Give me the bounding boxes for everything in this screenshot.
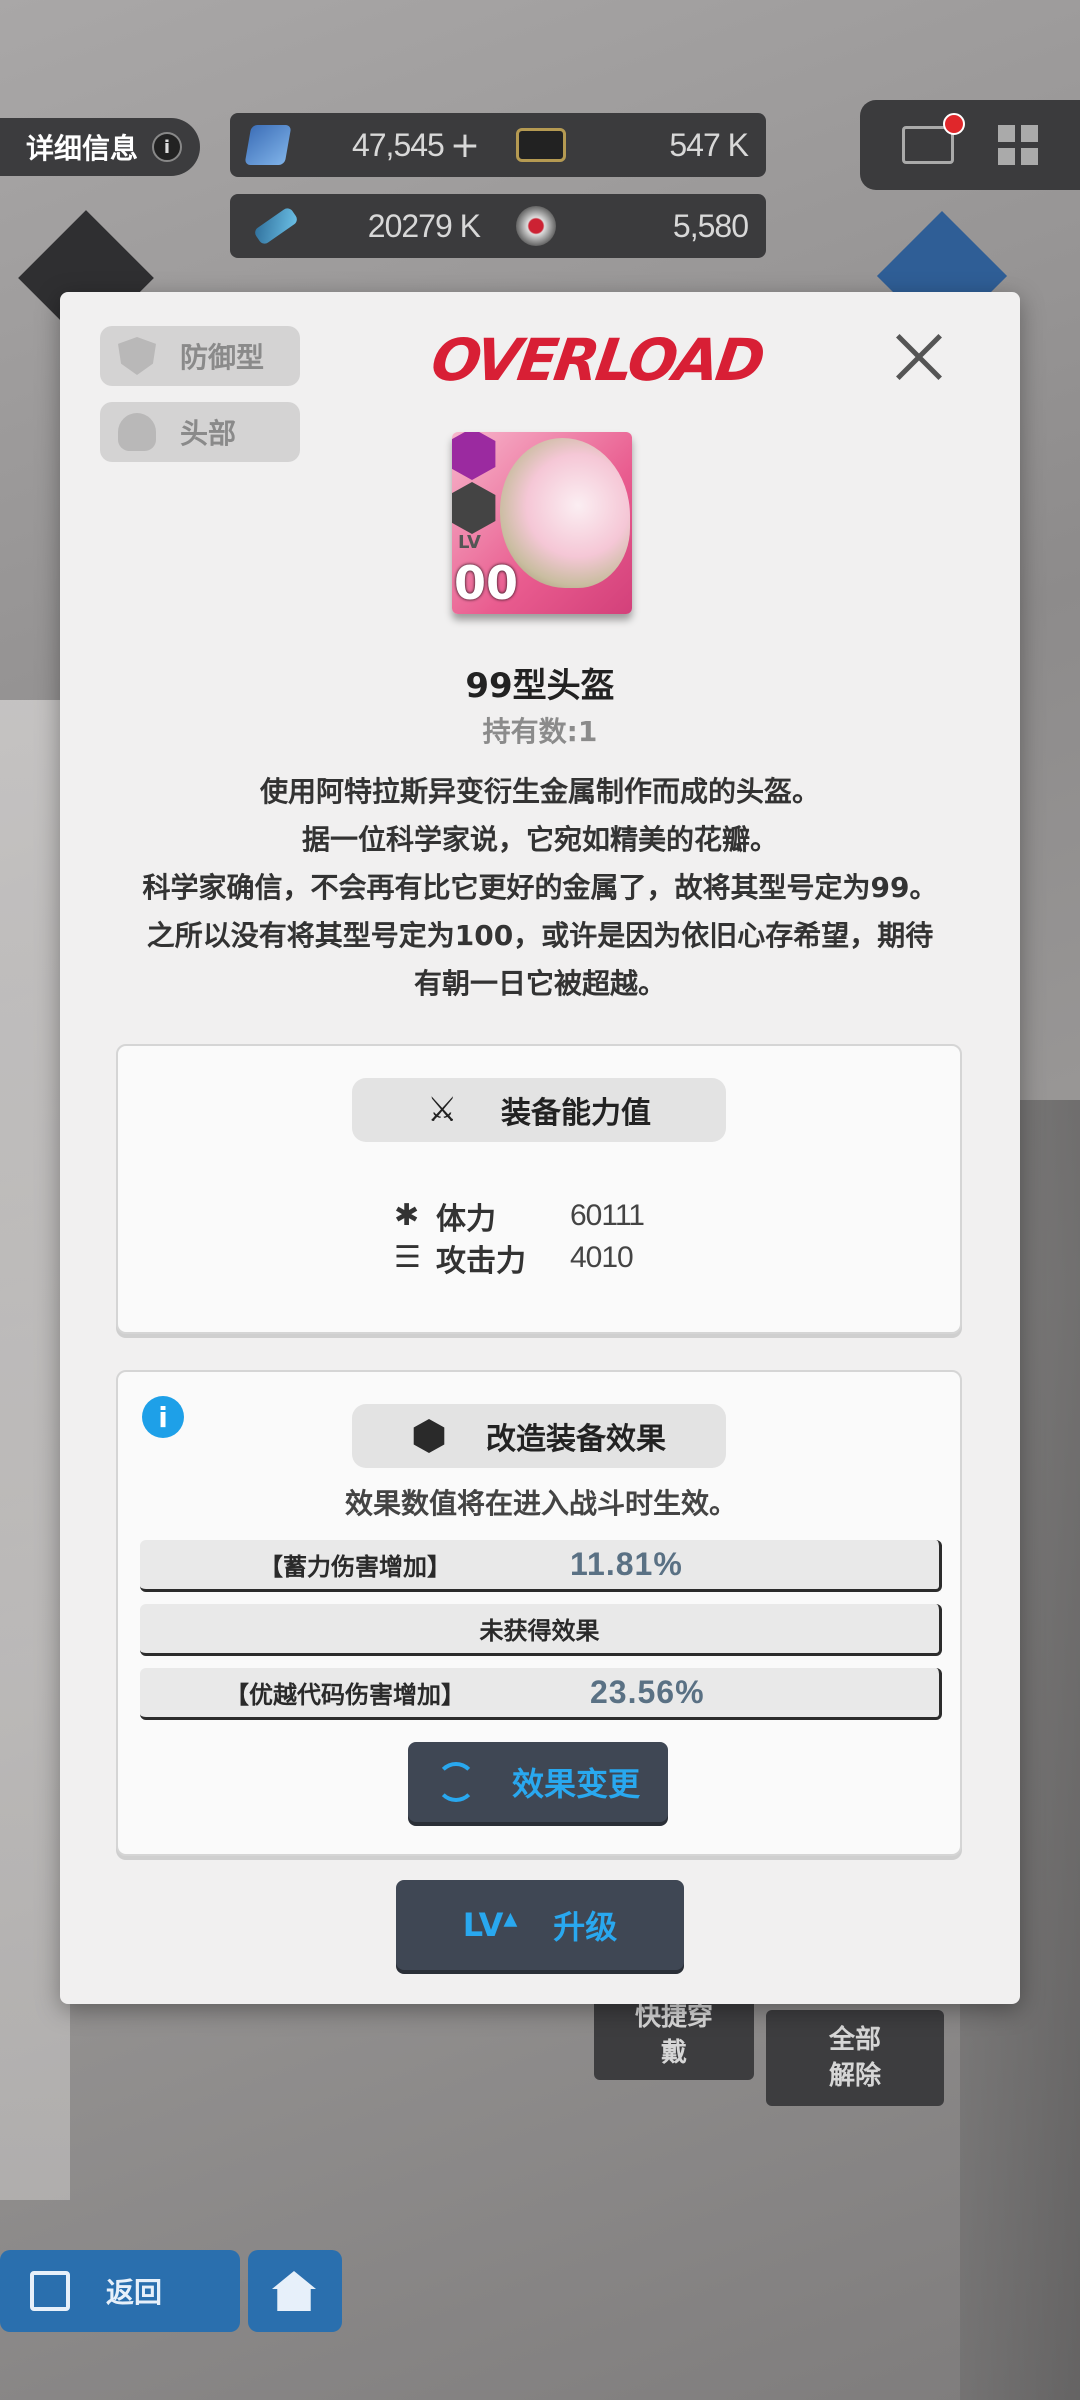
- effects-panel-title: 改造装备效果: [486, 1422, 666, 1457]
- stats-panel: ⚔ 装备能力值 ✱ 体力 60111 ☰ 攻击力 4010: [116, 1044, 962, 1334]
- menu-grid-icon[interactable]: [998, 125, 1038, 165]
- resource-bar-bottom: 20279 K 5,580: [230, 194, 766, 258]
- slot-tag-label: 头部: [180, 417, 237, 450]
- home-icon: [272, 2271, 316, 2311]
- top-right-menu: [860, 100, 1080, 190]
- rarity-badge-icon: [452, 432, 496, 480]
- effects-note: 效果数值将在进入战斗时生效。: [344, 1487, 737, 1520]
- level-up-icon: LV▲: [462, 1906, 518, 1944]
- item-name: 99型头盔: [465, 666, 615, 706]
- info-icon: i: [152, 132, 183, 162]
- back-label: 返回: [106, 2276, 163, 2309]
- item-icon-card: LV 00: [452, 432, 632, 614]
- change-effect-button[interactable]: 效果变更: [408, 1742, 668, 1822]
- equipment-detail-modal: 防御型 头部 OVERLOAD LV 00 99型头盔 持有数:1 使用阿特拉斯…: [60, 292, 1020, 2004]
- helmet-art-icon: [500, 438, 630, 588]
- overload-logo: OVERLOAD: [427, 326, 767, 394]
- refresh-icon: [435, 1762, 476, 1802]
- effects-panel: i 改造装备效果 效果数值将在进入战斗时生效。 【蓄力伤害增加】 11.81% …: [116, 1370, 962, 1856]
- stat-name: 攻击力: [436, 1244, 526, 1279]
- resource-credits[interactable]: 547 K: [498, 127, 766, 164]
- mail-icon[interactable]: [902, 113, 965, 164]
- unequip-all-button[interactable]: 全部解除: [766, 2010, 944, 2106]
- battery-icon: [252, 206, 300, 246]
- info-icon[interactable]: i: [142, 1396, 184, 1438]
- stat-value: 4010: [570, 1241, 634, 1274]
- back-button[interactable]: 返回: [0, 2250, 240, 2332]
- effect-row: 【蓄力伤害增加】 11.81%: [140, 1540, 942, 1592]
- asterisk-icon: ✱: [394, 1198, 420, 1233]
- core-value: 5,580: [672, 207, 749, 244]
- resource-gems[interactable]: 47,545 +: [230, 125, 498, 166]
- upgrade-button[interactable]: LV▲ 升级: [396, 1880, 684, 1970]
- slot-tag: 头部: [100, 402, 300, 462]
- exit-door-icon: [30, 2271, 70, 2311]
- stats-panel-title: 装备能力值: [501, 1096, 651, 1131]
- description-line: 使用阿特拉斯异变衍生金属制作而成的头盔。: [259, 775, 820, 808]
- shield-icon: [118, 337, 156, 375]
- details-label: 详细信息: [26, 132, 139, 165]
- change-effect-label: 效果变更: [511, 1765, 640, 1803]
- effect-name: 未获得效果: [479, 1617, 600, 1645]
- defense-class-badge-icon: [452, 482, 496, 534]
- stat-name: 体力: [436, 1202, 496, 1237]
- type-tag: 防御型: [100, 326, 300, 386]
- credits-value: 547 K: [669, 126, 749, 163]
- stats-panel-header: ⚔ 装备能力值: [352, 1078, 726, 1142]
- effect-name: 【蓄力伤害增加】: [259, 1553, 451, 1581]
- cube-icon: [413, 1419, 445, 1453]
- home-button[interactable]: [248, 2250, 342, 2332]
- resource-core[interactable]: 5,580: [498, 206, 766, 246]
- resource-bar-top: 47,545 + 547 K: [230, 113, 766, 177]
- crossed-swords-icon: ⚔: [427, 1090, 458, 1130]
- effect-value: 23.56%: [590, 1674, 705, 1710]
- add-gems-icon[interactable]: +: [450, 125, 480, 166]
- upgrade-label: 升级: [553, 1908, 618, 1946]
- battery-value: 20279 K: [367, 207, 481, 244]
- details-button[interactable]: 详细信息 i: [0, 118, 200, 176]
- description-line: 科学家确信，不会再有比它更好的金属了，故将其型号定为99。: [142, 871, 938, 904]
- quick-equip-label: 快捷穿戴: [634, 2002, 713, 2068]
- item-count: 持有数:1: [482, 715, 598, 748]
- close-icon[interactable]: [894, 332, 944, 382]
- stat-value: 60111: [570, 1199, 645, 1232]
- effect-row: 【优越代码伤害增加】 23.56%: [140, 1668, 942, 1720]
- stat-row-hp: ✱ 体力 60111: [394, 1194, 645, 1238]
- type-tag-label: 防御型: [180, 341, 265, 374]
- credit-card-icon: [516, 128, 566, 162]
- core-orb-icon: [516, 206, 556, 246]
- gems-value: 47,545: [351, 126, 445, 163]
- unequip-all-label: 全部解除: [828, 2025, 881, 2091]
- level-value: 00: [454, 556, 519, 610]
- resource-battery[interactable]: 20279 K: [230, 206, 498, 246]
- level-up-text: LV: [462, 1906, 504, 1944]
- gem-icon: [244, 125, 292, 165]
- bullets-icon: ☰: [394, 1240, 421, 1275]
- effects-panel-header: 改造装备效果: [352, 1404, 726, 1468]
- description-line: 之所以没有将其型号定为100，或许是因为依旧心存希望，期待: [146, 919, 934, 952]
- effect-value: 11.81%: [570, 1546, 683, 1582]
- helmet-icon: [118, 413, 156, 451]
- stat-row-attack: ☰ 攻击力 4010: [394, 1236, 634, 1280]
- description-line: 有朝一日它被超越。: [413, 967, 666, 1000]
- level-label: LV: [458, 532, 481, 553]
- effect-name: 【优越代码伤害增加】: [225, 1681, 465, 1709]
- item-description: 使用阿特拉斯异变衍生金属制作而成的头盔。 据一位科学家说，它宛如精美的花瓣。 科…: [90, 768, 990, 1008]
- effect-row-empty: 未获得效果: [140, 1604, 942, 1656]
- description-line: 据一位科学家说，它宛如精美的花瓣。: [301, 823, 778, 856]
